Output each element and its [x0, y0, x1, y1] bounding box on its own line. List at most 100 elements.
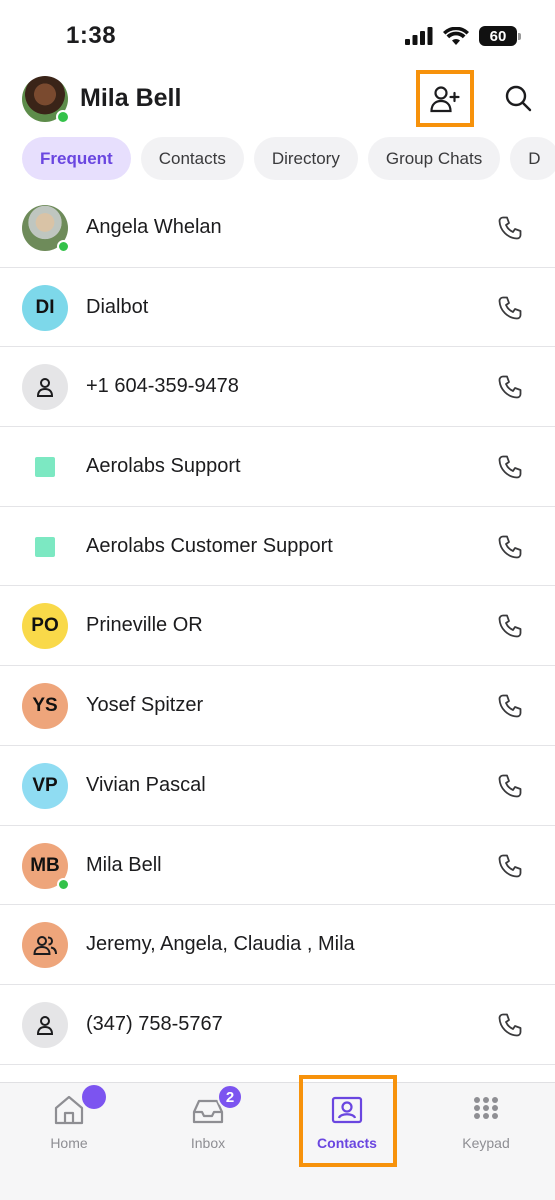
header: Mila Bell — [0, 70, 555, 130]
phone-icon — [497, 374, 523, 400]
bottom-tab-bar: Home 2 Inbox Contacts Keypad — [0, 1075, 555, 1200]
contact-name: +1 604-359-9478 — [86, 375, 239, 398]
call-button[interactable] — [496, 214, 524, 242]
contact-list: Angela Whelan DI Dialbot +1 604-359-9478 Aer… — [0, 188, 555, 1065]
contact-avatar: VP — [22, 762, 68, 809]
contact-avatar: PO — [22, 603, 68, 650]
tabbar-keypad[interactable]: Keypad — [436, 1093, 536, 1163]
tabbar-contacts-label: Contacts — [317, 1135, 377, 1151]
tabbar-home[interactable]: Home — [19, 1085, 119, 1163]
contact-avatar: DI — [22, 284, 68, 331]
phone-icon — [497, 295, 523, 321]
person-icon — [34, 1014, 56, 1036]
contact-square-icon — [35, 536, 55, 557]
status-bar: 1:38 60 — [0, 0, 555, 70]
call-button[interactable] — [496, 772, 524, 800]
tab-contacts[interactable]: Contacts — [140, 137, 244, 180]
search-button[interactable] — [500, 80, 536, 116]
contact-row[interactable]: VP Vivian Pascal — [0, 746, 555, 826]
phone-icon — [497, 773, 523, 799]
phone-icon — [497, 454, 523, 480]
contact-name: Mila Bell — [86, 853, 162, 876]
contact-initials: VP — [32, 774, 58, 796]
contact-avatar: MB — [22, 842, 70, 891]
phone-icon — [497, 534, 523, 560]
tabbar-inbox[interactable]: 2 Inbox — [158, 1084, 258, 1163]
phone-icon — [497, 613, 523, 639]
contact-initials: PO — [31, 615, 59, 637]
tabbar-keypad-label: Keypad — [462, 1135, 510, 1151]
home-badge-dot — [82, 1085, 106, 1109]
contact-row[interactable]: PO Prineville OR — [0, 586, 555, 667]
inbox-icon: 2 — [191, 1084, 243, 1127]
user-name: Mila Bell — [80, 84, 182, 112]
group-icon — [32, 934, 58, 956]
call-button[interactable] — [496, 294, 524, 322]
add-contact-button[interactable] — [416, 70, 474, 127]
online-status-dot — [56, 110, 70, 124]
tab-group-chats[interactable]: Group Chats — [367, 137, 501, 180]
contact-avatar: YS — [22, 683, 68, 730]
contact-name: Yosef Spitzer — [86, 694, 204, 717]
contact-name: Angela Whelan — [86, 216, 222, 238]
keypad-icon — [469, 1093, 503, 1127]
call-button[interactable] — [496, 612, 524, 640]
tab-frequent[interactable]: Frequent — [22, 137, 131, 180]
person-icon — [34, 376, 56, 398]
online-status-dot — [57, 240, 70, 253]
contact-row[interactable]: +1 604-359-9478 — [0, 347, 555, 428]
call-button[interactable] — [496, 373, 524, 401]
inbox-badge-count: 2 — [217, 1084, 243, 1110]
phone-icon — [497, 1012, 523, 1038]
call-button[interactable] — [496, 692, 524, 720]
phone-icon — [497, 693, 523, 719]
contact-row[interactable]: Jeremy, Angela, Claudia , Mila — [0, 905, 555, 985]
call-button[interactable] — [496, 533, 524, 561]
search-icon — [505, 85, 532, 112]
contact-square-icon — [35, 457, 55, 478]
call-button[interactable] — [496, 453, 524, 481]
tabbar-home-label: Home — [50, 1135, 88, 1151]
contact-row[interactable]: Angela Whelan — [0, 188, 555, 268]
contact-name: Vivian Pascal — [86, 773, 206, 796]
contact-initials: MB — [30, 854, 60, 876]
contact-initials: YS — [32, 695, 58, 717]
contact-row[interactable]: Aerolabs Customer Support — [0, 507, 555, 587]
contact-avatar — [22, 922, 68, 969]
filter-tabs: Frequent Contacts Directory Group Chats … — [22, 137, 555, 181]
contact-name: (347) 758-5767 — [86, 1012, 223, 1035]
person-add-icon — [430, 85, 460, 112]
tabbar-contacts[interactable]: Contacts — [297, 1093, 397, 1163]
online-status-dot — [57, 877, 70, 891]
phone-icon — [497, 853, 523, 879]
contact-row[interactable]: Aerolabs Support — [0, 427, 555, 507]
contact-row[interactable]: MB Mila Bell — [0, 826, 555, 906]
call-button[interactable] — [496, 852, 524, 880]
contact-name: Prineville OR — [86, 614, 203, 637]
user-avatar[interactable] — [22, 76, 70, 124]
contact-row[interactable]: (347) 758-5767 — [0, 985, 555, 1065]
contact-row[interactable]: DI Dialbot — [0, 268, 555, 348]
tab-directory[interactable]: Directory — [253, 137, 358, 180]
home-icon — [52, 1085, 106, 1127]
battery-level: 60 — [489, 27, 507, 45]
contact-avatar — [22, 1001, 68, 1048]
wifi-icon — [443, 26, 469, 45]
status-time: 1:38 — [66, 22, 117, 49]
tab-partial[interactable]: D — [510, 137, 555, 180]
contact-initials: DI — [35, 296, 55, 318]
contact-name: Jeremy, Angela, Claudia , Mila — [86, 933, 355, 956]
contacts-icon — [330, 1093, 364, 1127]
contact-avatar — [22, 205, 70, 253]
contact-row[interactable]: YS Yosef Spitzer — [0, 666, 555, 746]
battery-icon: 60 — [479, 26, 521, 46]
phone-icon — [497, 215, 523, 241]
contact-avatar — [22, 364, 68, 411]
contact-name: Aerolabs Support — [86, 455, 241, 478]
tabbar-inbox-label: Inbox — [190, 1135, 226, 1151]
signal-icon — [405, 27, 433, 45]
contact-name: Aerolabs Customer Support — [86, 534, 333, 557]
call-button[interactable] — [496, 1011, 524, 1039]
contact-name: Dialbot — [86, 295, 149, 318]
status-icons: 60 — [405, 26, 521, 46]
